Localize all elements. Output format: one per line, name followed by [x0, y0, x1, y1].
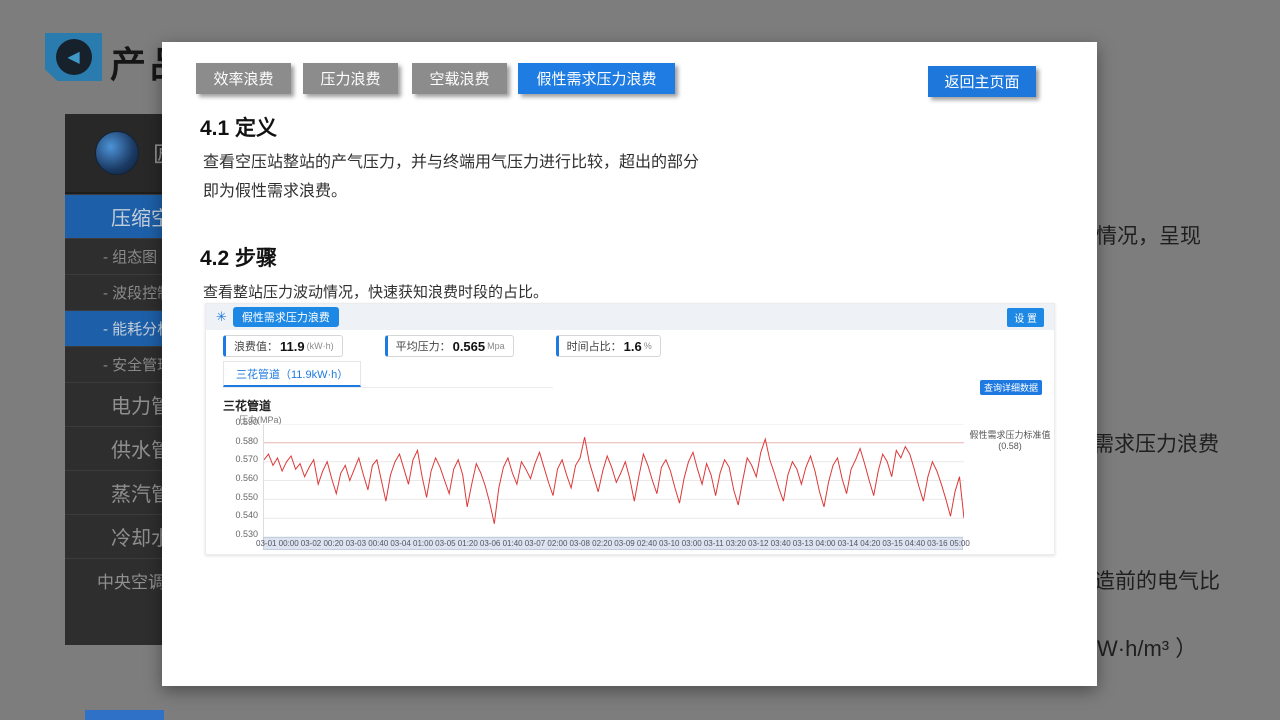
logo-sphere-icon — [95, 131, 139, 175]
stats-row: 浪费值： 11.9 (kW·h) 平均压力： 0.565 Mpa 时间占比： 1… — [223, 335, 661, 357]
pressure-chart-svg — [264, 424, 964, 537]
y-tick: 0.560 — [235, 474, 258, 483]
tab-pressure-waste[interactable]: 压力浪费 — [303, 63, 398, 94]
snowflake-gear-icon: ✳ — [216, 309, 227, 325]
y-tick: 0.570 — [235, 455, 258, 464]
stat-label: 浪费值： — [234, 338, 278, 354]
app-title-badge: 假性需求压力浪费 — [233, 307, 339, 327]
x-tick: 03-13 04:00 — [793, 539, 836, 548]
y-axis-ticks: 0.590 0.580 0.570 0.560 0.550 0.540 0.53… — [220, 418, 258, 539]
ref-line-annotation: 假性需求压力标准值 (0.58) — [966, 430, 1054, 452]
screenshot-stage: ◀ 产品 匠 压缩空气 - 组态图 - 波段控制 - 能耗分析 - 安全管理 电… — [0, 0, 1280, 720]
slide-text-fragment: W·h/m³ ） — [1097, 631, 1197, 663]
section-heading-definition: 4.1 定义 — [200, 112, 277, 142]
y-tick: 0.580 — [235, 437, 258, 446]
back-triangle-icon: ◀ — [56, 39, 92, 75]
slide-back-badge[interactable]: ◀ — [45, 33, 102, 81]
tab-noload-waste[interactable]: 空载浪费 — [412, 63, 507, 94]
x-tick: 03-04 01:00 — [390, 539, 433, 548]
x-tick: 03-03 00:40 — [346, 539, 389, 548]
x-tick: 03-10 03:00 — [659, 539, 702, 548]
tab-sanhua-pipe[interactable]: 三花管道（11.9kW·h） — [223, 361, 361, 387]
bottom-blue-strip — [85, 710, 164, 720]
section-heading-steps: 4.2 步骤 — [200, 242, 277, 272]
x-axis-ticks: 03-01 00:00 03-02 00:20 03-03 00:40 03-0… — [256, 539, 970, 548]
stat-unit: % — [644, 341, 652, 351]
settings-button[interactable]: 设 置 — [1007, 308, 1044, 327]
chart-title: 三花管道 — [223, 397, 271, 414]
x-tick: 03-09 02:40 — [614, 539, 657, 548]
section-body-definition: 查看空压站整站的产气压力，并与终端用气压力进行比较，超出的部分 即为假性需求浪费… — [203, 148, 699, 206]
slide-text-fragment: 情况，呈现 — [1096, 220, 1201, 250]
stat-label: 时间占比： — [567, 338, 622, 354]
tab-false-demand-pressure-waste[interactable]: 假性需求压力浪费 — [518, 63, 675, 94]
embedded-app-screenshot: ✳ 假性需求压力浪费 设 置 浪费值： 11.9 (kW·h) 平均压力： 0.… — [205, 303, 1055, 555]
x-tick: 03-12 03:40 — [748, 539, 791, 548]
stat-time-ratio: 时间占比： 1.6 % — [556, 335, 661, 357]
x-tick: 03-01 00:00 — [256, 539, 299, 548]
pipe-tab-row: 三花管道（11.9kW·h） — [223, 361, 553, 388]
stat-avg-pressure: 平均压力： 0.565 Mpa — [385, 335, 514, 357]
x-tick: 03-06 01:40 — [480, 539, 523, 548]
stat-waste-value: 浪费值： 11.9 (kW·h) — [223, 335, 343, 357]
y-tick: 0.550 — [235, 493, 258, 502]
waste-detail-modal: 效率浪费 压力浪费 空载浪费 假性需求压力浪费 返回主页面 4.1 定义 查看空… — [162, 42, 1097, 686]
query-detail-button[interactable]: 查询详细数据 — [980, 380, 1042, 395]
pressure-line-chart — [263, 424, 963, 537]
y-tick: 0.540 — [235, 511, 258, 520]
stat-value: 11.9 — [280, 339, 305, 354]
x-tick: 03-05 01:20 — [435, 539, 478, 548]
x-tick: 03-08 02:20 — [569, 539, 612, 548]
slide-text-fragment: 需求压力浪费 — [1093, 428, 1219, 458]
stat-value: 1.6 — [624, 339, 642, 354]
x-tick: 03-11 03:20 — [704, 539, 746, 548]
x-tick: 03-16 05:00 — [927, 539, 970, 548]
app-header: ✳ 假性需求压力浪费 设 置 — [206, 304, 1054, 330]
stat-unit: (kW·h) — [307, 341, 334, 351]
x-tick: 03-02 00:20 — [301, 539, 344, 548]
stat-unit: Mpa — [487, 341, 505, 351]
back-to-main-button[interactable]: 返回主页面 — [928, 66, 1036, 97]
stat-value: 0.565 — [453, 339, 486, 354]
stat-label: 平均压力： — [396, 338, 451, 354]
slide-text-fragment: 造前的电气比 — [1094, 565, 1220, 595]
tab-efficiency-waste[interactable]: 效率浪费 — [196, 63, 291, 94]
y-tick: 0.530 — [235, 530, 258, 539]
y-tick: 0.590 — [235, 418, 258, 427]
x-tick: 03-14 04:20 — [838, 539, 881, 548]
x-tick: 03-15 04:40 — [882, 539, 925, 548]
x-tick: 03-07 02:00 — [525, 539, 568, 548]
